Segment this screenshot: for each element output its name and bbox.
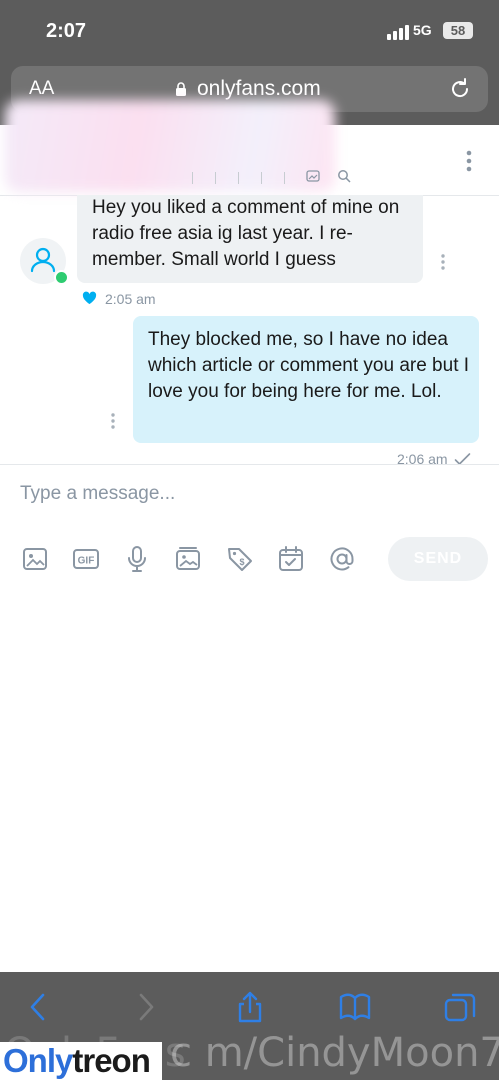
bookmarks-icon[interactable] (338, 990, 372, 1024)
header-tool-dividers (170, 169, 285, 185)
signal-icon (387, 24, 409, 40)
message-options-icon[interactable] (110, 412, 116, 430)
search-icon[interactable] (337, 169, 351, 183)
outgoing-message-bubble[interactable]: They blocked me, so I have no idea which… (133, 316, 479, 443)
media-vault-icon[interactable] (174, 545, 202, 573)
more-options-icon[interactable] (462, 149, 476, 173)
chat-header (0, 100, 499, 196)
battery-icon: 58 (443, 22, 473, 39)
incoming-message-time: 2:05 am (105, 291, 156, 307)
microphone-icon[interactable] (123, 545, 151, 573)
heart-icon[interactable] (82, 291, 97, 305)
status-bar: 2:07 5G 58 (0, 0, 499, 62)
calendar-icon[interactable] (277, 545, 305, 573)
message-input[interactable] (20, 479, 370, 509)
url-text: onlyfans.com (197, 77, 321, 100)
svg-text:$: $ (239, 557, 244, 567)
message-options-icon[interactable] (440, 253, 446, 271)
svg-text:GIF: GIF (78, 556, 95, 567)
back-icon[interactable] (22, 990, 56, 1024)
logo-part-only: Only (3, 1042, 73, 1079)
online-status-dot (54, 270, 69, 285)
logo-part-treon: treon (72, 1042, 150, 1079)
incoming-message-text: Hey you liked a comment of mine on radio… (92, 197, 400, 270)
gif-icon[interactable]: GIF (72, 545, 100, 573)
share-icon[interactable] (233, 990, 267, 1024)
send-button[interactable]: SEND (388, 537, 488, 581)
gallery-icon[interactable] (306, 169, 320, 183)
watermark-url-text: c m/CindyMoon7 (170, 1030, 499, 1076)
lock-icon (176, 82, 186, 96)
forward-icon[interactable] (128, 990, 162, 1024)
incoming-message-bubble[interactable]: Hey you liked a comment of mine on radio… (77, 195, 423, 283)
outgoing-message-text: They blocked me, so I have no idea which… (148, 329, 470, 402)
text-size-button[interactable]: AA (29, 78, 54, 100)
reload-icon[interactable] (448, 77, 472, 101)
network-type: 5G (413, 22, 432, 38)
tabs-icon[interactable] (443, 990, 477, 1024)
image-icon[interactable] (21, 545, 49, 573)
price-tag-icon[interactable]: $ (226, 545, 254, 573)
status-time: 2:07 (46, 20, 87, 42)
message-composer: GIF $ SEND (0, 464, 499, 585)
mention-icon[interactable] (328, 545, 356, 573)
watermark-logo: Onlytreon (0, 1042, 162, 1080)
